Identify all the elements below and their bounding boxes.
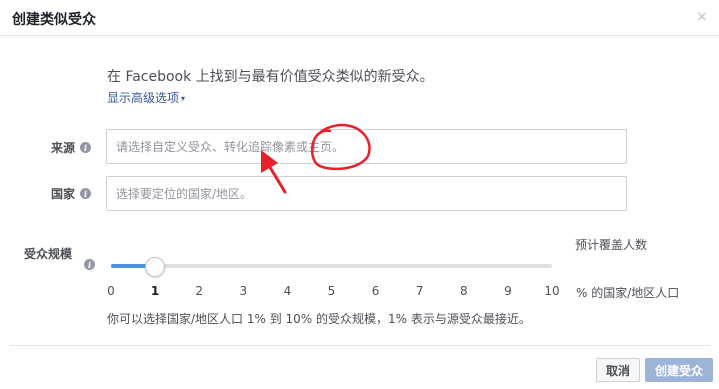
slider-tick-label: 10	[544, 284, 560, 298]
country-label: 国家 i	[51, 185, 92, 202]
estimated-reach-label: 预计覆盖人数	[575, 238, 648, 252]
create-audience-button[interactable]: 创建受众	[645, 358, 713, 382]
slider-tick-label: 5	[327, 284, 336, 298]
country-input-wrapper	[106, 176, 627, 211]
audience-size-label-text: 受众规模	[24, 247, 73, 261]
advanced-options-label: 显示高级选项	[107, 91, 180, 105]
country-label-text: 国家	[51, 187, 76, 201]
slider-tick-label: 3	[239, 284, 248, 298]
slider-tick-label: 4	[283, 284, 292, 298]
audience-size-note: 你可以选择国家/地区人口 1% 到 10% 的受众规模，1% 表示与源受众最接近…	[107, 312, 531, 326]
slider-tick-label: 8	[459, 284, 468, 298]
info-icon[interactable]: i	[84, 259, 95, 270]
slider-tick-label: 7	[415, 284, 424, 298]
source-label: 来源 i	[51, 139, 92, 156]
create-lookalike-dialog: 创建类似受众 × 在 Facebook 上找到与最有价值受众类似的新受众。 显示…	[0, 0, 719, 389]
audience-size-slider-handle[interactable]	[145, 257, 166, 277]
footer-divider	[10, 345, 710, 346]
show-advanced-options-link[interactable]: 显示高级选项 ▾	[107, 89, 185, 106]
info-icon[interactable]: i	[80, 188, 92, 199]
dialog-title: 创建类似受众	[12, 12, 96, 28]
percent-population-label: % 的国家/地区人口	[576, 286, 680, 300]
close-icon[interactable]: ×	[695, 10, 709, 24]
slider-tick-label: 0	[107, 284, 115, 298]
cancel-button[interactable]: 取消	[596, 358, 640, 382]
info-icon[interactable]: i	[80, 142, 92, 153]
slider-tick-label: 6	[371, 284, 380, 298]
intro-text: 在 Facebook 上找到与最有价值受众类似的新受众。	[107, 69, 434, 85]
country-input[interactable]	[107, 177, 626, 210]
slider-tick-label: 2	[195, 284, 203, 298]
caret-down-icon: ▾	[181, 94, 186, 103]
slider-tick-label: 1	[150, 284, 160, 298]
source-input[interactable]	[107, 130, 626, 163]
source-label-text: 来源	[51, 141, 76, 155]
audience-size-slider-track[interactable]	[111, 264, 552, 268]
source-input-wrapper	[106, 129, 627, 164]
audience-size-label: 受众规模	[24, 245, 72, 262]
slider-tick-label: 9	[504, 284, 512, 298]
dialog-header: 创建类似受众 ×	[0, 0, 719, 36]
